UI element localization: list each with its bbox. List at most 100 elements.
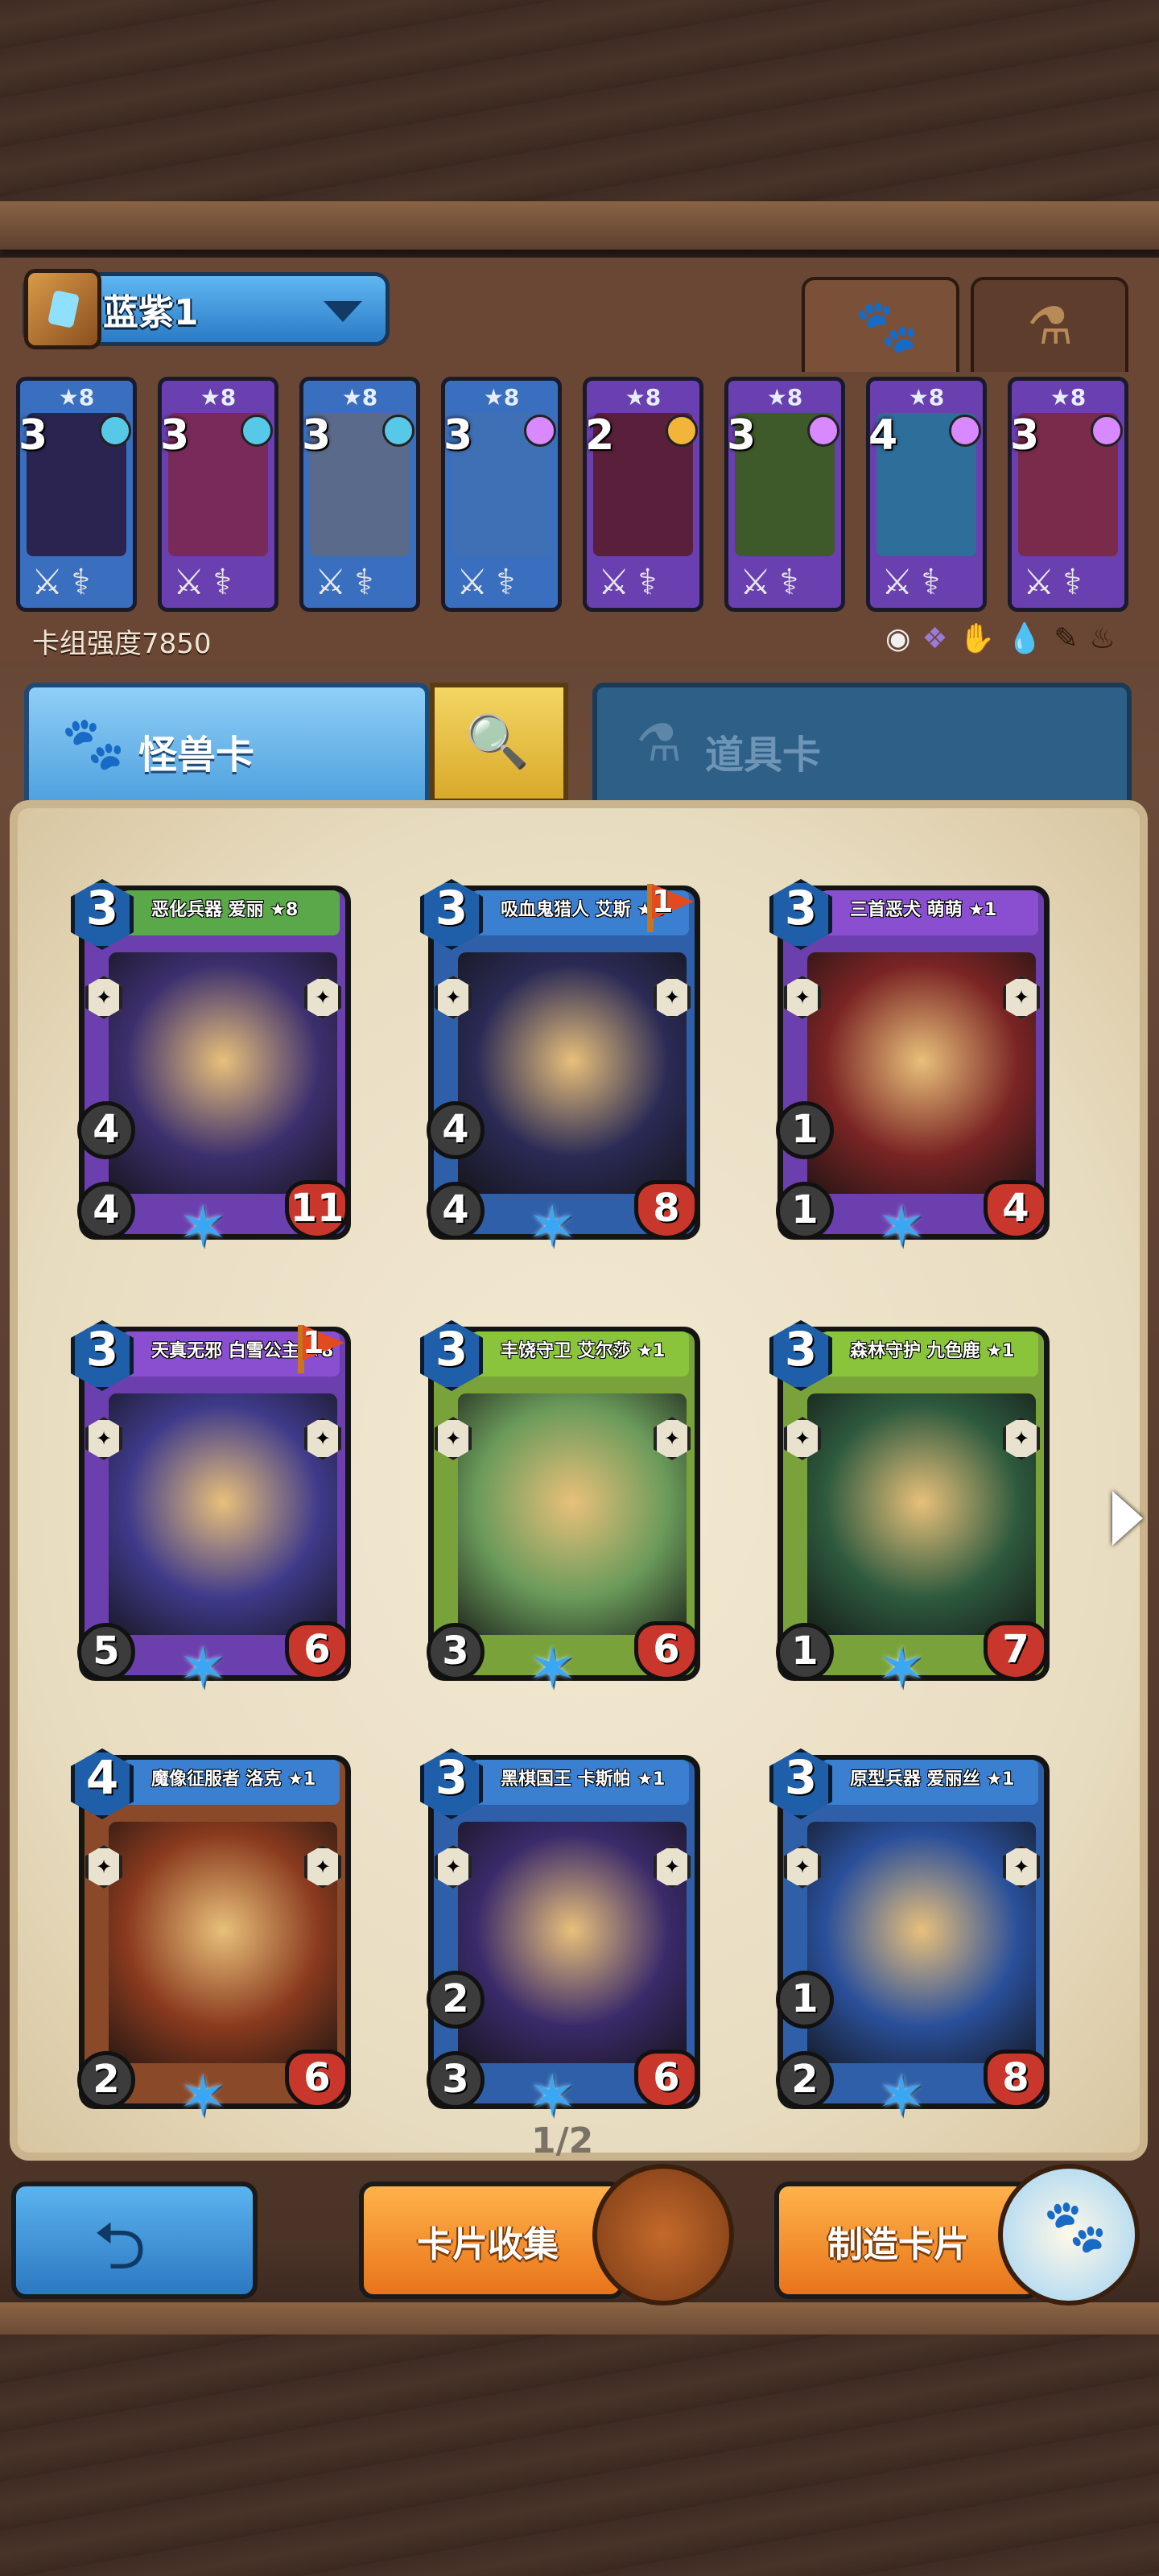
card-cost: 3: [784, 1750, 818, 1805]
card-cost: 3: [85, 881, 119, 935]
element-gem-icon: [382, 415, 415, 447]
water-filter-icon[interactable]: 💧: [1007, 622, 1054, 655]
equipment-icons: ⚔⚕: [31, 562, 99, 603]
health-stat: 6: [285, 1621, 349, 1681]
deck-card[interactable]: ★8 3 ⚔⚕: [158, 377, 278, 612]
health-stat: 4: [984, 1180, 1048, 1240]
tab-item-label: 道具卡: [705, 733, 822, 778]
attack-stat: 1: [776, 1623, 834, 1681]
paw-icon: 🐾: [1043, 2197, 1107, 2256]
health-stat: 6: [634, 1621, 699, 1681]
card-cost: 3: [19, 411, 48, 460]
attack-stat: 5: [77, 1623, 135, 1681]
monster-card[interactable]: 原型兵器 爱丽丝 ★1 3 ✦ ✦ 2 8 ✶ 1: [769, 1748, 1050, 2127]
element-gem-icon: [1091, 415, 1123, 447]
card-name: 原型兵器 爱丽丝 ★1: [850, 1769, 1015, 1790]
deck-card[interactable]: ★8 3 ⚔⚕: [441, 377, 562, 612]
monster-card[interactable]: 森林守护 九色鹿 ★1 3 ✦ ✦ 1 7 ✶: [769, 1320, 1050, 1699]
health-stat: 8: [634, 1180, 699, 1240]
flag-count: 1: [652, 884, 674, 919]
speed-stat: 1: [776, 1101, 834, 1159]
monster-card[interactable]: 三首恶犬 萌萌 ★1 3 ✦ ✦ 1 4 ✶ 1: [769, 879, 1050, 1257]
deck-strength: 卡组强度7850: [32, 628, 212, 660]
health-stat: 6: [285, 2050, 349, 2109]
card-cost: 3: [784, 881, 818, 935]
equipment-icons: ⚔⚕: [598, 562, 666, 603]
element-gem-icon: [807, 415, 839, 447]
flag-count: 1: [303, 1325, 324, 1360]
rarity-star-icon: ✶: [179, 2062, 228, 2130]
rarity-star-icon: ✶: [877, 1634, 926, 1702]
tab-monster-cards[interactable]: 🐾 怪兽卡: [24, 683, 430, 803]
card-cost: 3: [443, 411, 473, 460]
paw-filter-icon[interactable]: ✋: [959, 622, 1007, 655]
monster-card[interactable]: 吸血鬼猎人 艾斯 ★8 3 ✦ ✦ 4 8 ✶ 4 1: [420, 879, 700, 1257]
monster-card[interactable]: 恶化兵器 爱丽 ★8 3 ✦ ✦ 4 11 ✶ 4: [71, 879, 351, 1257]
back-button[interactable]: ⮌: [11, 2182, 258, 2299]
card-cost: 3: [85, 1322, 119, 1377]
health-stat: 11: [285, 1180, 349, 1240]
card-art: [458, 1393, 687, 1635]
monster-card[interactable]: 魔像征服者 洛克 ★1 4 ✦ ✦ 2 6 ✶: [71, 1748, 351, 2127]
search-button[interactable]: 🔍: [430, 683, 568, 803]
flag-badge: 1: [639, 884, 703, 935]
card-collection-button[interactable]: 卡片收集: [359, 2182, 625, 2299]
fire-filter-icon[interactable]: ♨: [1090, 622, 1127, 655]
card-cost: 3: [435, 1322, 468, 1377]
card-book-icon[interactable]: [592, 2164, 734, 2306]
paw-icon: 🐾: [855, 297, 919, 357]
card-cost: 4: [868, 411, 898, 460]
potion-icon: ⚗: [636, 714, 683, 774]
chevron-down-icon[interactable]: [324, 301, 362, 322]
deck-card[interactable]: ★8 3 ⚔⚕: [299, 377, 420, 612]
wood-background-bottom: [0, 2334, 1159, 2576]
equipment-icons: ⚔⚕: [1023, 562, 1091, 603]
monster-card[interactable]: 丰饶守卫 艾尔莎 ★1 3 ✦ ✦ 3 6 ✶: [420, 1320, 700, 1699]
deck-card[interactable]: ★8 2 ⚔⚕: [583, 377, 703, 612]
deck-card[interactable]: ★8 3 ⚔⚕: [16, 377, 137, 612]
card-art: [807, 952, 1036, 1194]
element-gem-icon: [949, 415, 981, 447]
all-filter-icon[interactable]: ◉: [885, 622, 922, 655]
rarity-star-icon: ✶: [528, 1634, 577, 1702]
paw-potion-icon[interactable]: 🐾: [998, 2164, 1140, 2306]
deck-card[interactable]: ★8 3 ⚔⚕: [724, 377, 845, 612]
card-name: 森林守护 九色鹿 ★1: [850, 1341, 1015, 1361]
card-name: 三首恶犬 萌萌 ★1: [850, 900, 997, 920]
card-stars: ★8: [908, 384, 945, 411]
element-gem-icon: [666, 415, 698, 447]
card-stars: ★8: [483, 384, 520, 411]
tab-monster-label: 怪兽卡: [138, 733, 255, 778]
deck-name-label: 蓝紫1: [103, 292, 199, 333]
equipment-icons: ⚔⚕: [315, 562, 382, 603]
card-collection-label: 卡片收集: [417, 2224, 559, 2265]
attack-stat: 3: [427, 1623, 485, 1681]
tab-monster-deck[interactable]: 🐾: [802, 277, 959, 372]
equipment-icons: ⚔⚕: [456, 562, 524, 603]
deck-book-icon: [24, 269, 101, 349]
wood-rail-top: [0, 201, 1159, 250]
deck-card[interactable]: ★8 3 ⚔⚕: [1008, 377, 1128, 612]
attack-stat: 3: [427, 2051, 485, 2109]
card-art: [807, 1393, 1036, 1635]
speed-stat: 2: [427, 1971, 485, 2029]
back-arrow-icon: ⮌: [93, 2208, 146, 2285]
filter-icons: ◉❖✋💧✎♨: [885, 621, 1127, 655]
card-name: 恶化兵器 爱丽 ★8: [151, 900, 299, 920]
purple-filter-icon[interactable]: ❖: [922, 622, 959, 655]
card-art: [109, 1822, 337, 2063]
card-cost: 3: [784, 1322, 818, 1377]
weapon-filter-icon[interactable]: ✎: [1054, 622, 1089, 655]
tab-item-deck[interactable]: ⚗: [971, 277, 1128, 372]
attack-stat: 1: [776, 1182, 834, 1240]
rarity-star-icon: ✶: [528, 2062, 577, 2130]
card-stars: ★8: [58, 384, 95, 411]
monster-card[interactable]: 黑棋国王 卡斯帕 ★1 3 ✦ ✦ 3 6 ✶ 2: [420, 1748, 700, 2127]
monster-card[interactable]: 天真无邪 白雪公主 ★8 3 ✦ ✦ 5 6 ✶ 1: [71, 1320, 351, 1699]
deck-card-row: ★8 3 ⚔⚕ ★8 3 ⚔⚕ ★8 3 ⚔⚕ ★8 3 ⚔⚕ ★8 2 ⚔⚕ ★8 3 ⚔⚕ ★8 4 ⚔⚕ ★8 3 ⚔⚕: [16, 377, 1143, 618]
tab-item-cards[interactable]: ⚗ 道具卡: [592, 683, 1132, 803]
deck-card[interactable]: ★8 4 ⚔⚕: [866, 377, 987, 612]
next-page-arrow-icon[interactable]: [1112, 1491, 1143, 1546]
card-name: 丰饶守卫 艾尔莎 ★1: [501, 1341, 666, 1361]
attack-stat: 2: [776, 2051, 834, 2109]
